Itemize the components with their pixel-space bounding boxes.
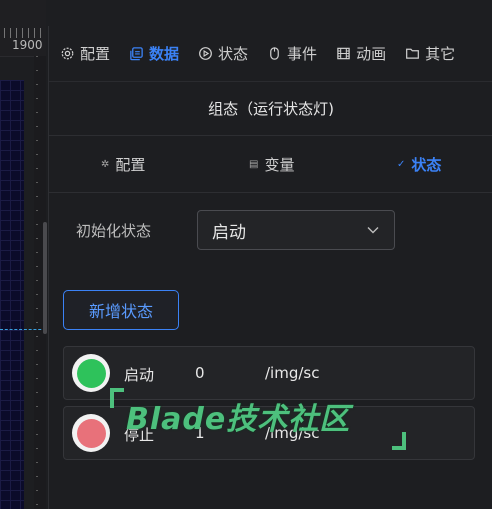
tab-label: 事件 (287, 45, 318, 63)
lamp-fill (76, 418, 106, 448)
tab-data[interactable]: 数据 (128, 43, 179, 64)
status-lamp-icon (72, 414, 110, 452)
file-icon: ▤ (249, 158, 259, 170)
panel-tabs: 配置 数据 状态 事件 动画 其它 (49, 26, 492, 82)
add-state-button[interactable]: 新增状态 (63, 290, 179, 330)
tab-state[interactable]: 状态 (197, 43, 248, 64)
tab-animation[interactable]: 动画 (335, 43, 386, 64)
ruler-ticks (4, 28, 44, 38)
tab-config[interactable]: 配置 (59, 43, 110, 64)
tab-label: 配置 (80, 45, 111, 63)
state-name: 启动 (124, 366, 155, 384)
subtab-label: 变量 (264, 155, 295, 174)
tab-label: 动画 (356, 45, 387, 63)
panel-title: 组态（运行状态灯) (49, 82, 492, 136)
init-state-value: 启动 (212, 222, 246, 243)
mouse-icon (266, 46, 282, 62)
canvas-scrollbar[interactable] (43, 222, 47, 334)
init-state-select[interactable]: 启动 (197, 210, 395, 250)
gear-icon (59, 46, 75, 62)
state-row[interactable]: 启动 0 /img/scada (63, 346, 475, 400)
tab-event[interactable]: 事件 (266, 43, 317, 64)
status-lamp-icon (72, 354, 110, 392)
film-icon (335, 46, 351, 62)
lamp-fill (76, 358, 106, 388)
state-row[interactable]: 停止 1 /img/scada (63, 406, 475, 460)
subtab-state[interactable]: ✓ 状态 (397, 136, 441, 192)
subtab-config[interactable]: ✲ 配置 (101, 136, 145, 192)
data-stack-icon (128, 46, 144, 62)
subtab-variables[interactable]: ▤ 变量 (249, 136, 294, 192)
state-value: 0 (195, 364, 205, 382)
gear-small-icon: ✲ (101, 158, 110, 170)
subtab-label: 状态 (411, 155, 442, 174)
panel-top-bar (48, 0, 492, 27)
init-state-label: 初始化状态 (76, 222, 152, 240)
tab-label: 数据 (149, 45, 180, 63)
canvas-guide-line (0, 329, 46, 330)
ruler-label: 1900 (12, 38, 43, 52)
state-image-path: /img/scada (265, 364, 320, 382)
check-icon: ✓ (397, 158, 406, 170)
top-ruler: 1900 (0, 0, 46, 57)
sub-tabs: ✲ 配置 ▤ 变量 ✓ 状态 (49, 136, 492, 193)
play-circle-icon (197, 46, 213, 62)
chevron-down-icon (367, 227, 379, 234)
state-name: 停止 (124, 426, 155, 444)
tab-label: 其它 (425, 45, 456, 63)
properties-panel: 配置 数据 状态 事件 动画 其它 组态（运行状态灯) ✲ 配置 ▤ 变量 ✓ … (48, 26, 492, 509)
state-image-path: /img/scada (265, 424, 320, 442)
subtab-label: 配置 (115, 155, 146, 174)
tab-label: 状态 (218, 45, 249, 63)
design-canvas[interactable] (0, 80, 24, 509)
folder-icon (404, 46, 420, 62)
tab-other[interactable]: 其它 (404, 43, 455, 64)
state-value: 1 (195, 424, 205, 442)
